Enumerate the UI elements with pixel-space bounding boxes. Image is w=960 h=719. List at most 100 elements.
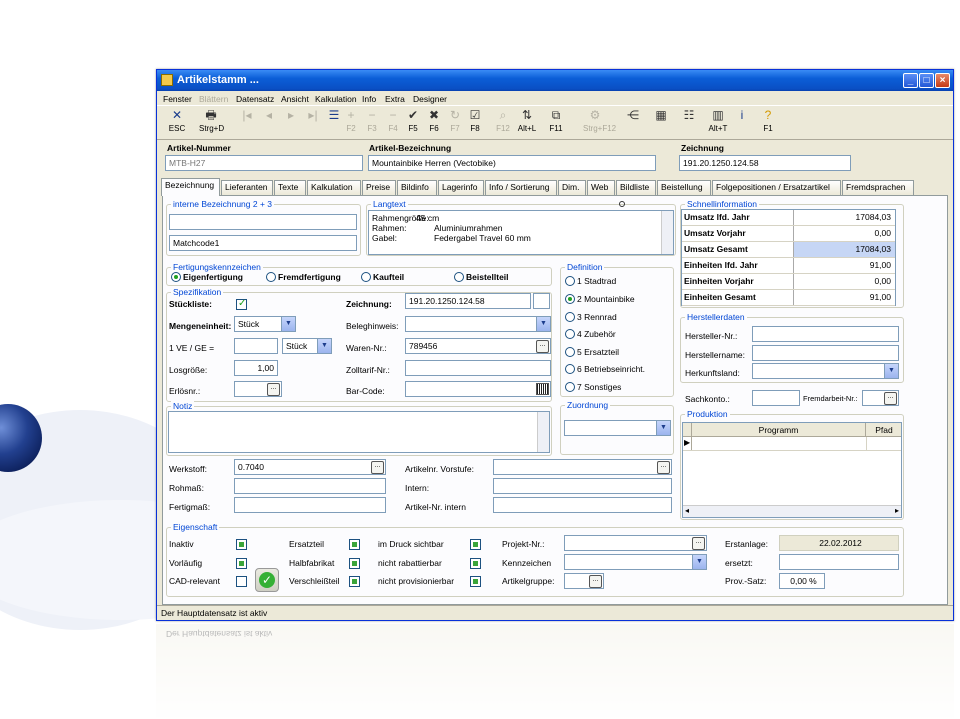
tab-preise[interactable]: Preise (362, 180, 396, 195)
menu-fenster[interactable]: Fenster (163, 94, 192, 104)
tab-dim[interactable]: Dim. (558, 180, 586, 195)
chevron-left-icon[interactable]: ◂ (685, 506, 689, 515)
chevron-down-icon[interactable]: ▼ (317, 339, 331, 353)
vorlaeufig-checkbox[interactable] (236, 558, 247, 569)
beleghinweis-select[interactable]: ▼ (405, 316, 551, 332)
help-button[interactable]: ? F1 (756, 106, 780, 140)
tab-lieferanten[interactable]: Lieferanten (221, 180, 273, 195)
kennzeichen-select[interactable]: ▼ (564, 554, 707, 570)
werkstoff-field[interactable]: 0.7040... (234, 459, 386, 475)
tab-fremdsprachen[interactable]: Fremdsprachen (842, 180, 914, 195)
chevron-right-icon[interactable]: ▸ (895, 506, 899, 515)
tab-info-sortierung[interactable]: Info / Sortierung (485, 180, 557, 195)
next-record-button[interactable]: ▸ (279, 106, 303, 140)
radio-def-2[interactable] (565, 294, 575, 304)
erloesnr-field[interactable]: ... (234, 381, 282, 397)
tab-texte[interactable]: Texte (274, 180, 306, 195)
ve-field[interactable] (234, 338, 278, 354)
menu-kalkulation[interactable]: Kalkulation (315, 94, 357, 104)
halbfabrikat-checkbox[interactable] (349, 558, 360, 569)
network-button[interactable]: ⋲ (621, 106, 645, 140)
radio-fremdfertigung[interactable] (266, 272, 276, 282)
projektnr-field[interactable]: ... (564, 535, 707, 551)
tab-bezeichnung[interactable]: Bezeichnung (161, 178, 220, 196)
provision-checkbox[interactable] (470, 576, 481, 587)
grid-button[interactable]: ▦ (649, 106, 673, 140)
close-button[interactable]: × (935, 73, 950, 88)
notiz-textarea[interactable] (168, 411, 550, 453)
rohmass-field[interactable] (234, 478, 386, 494)
radio-def-4[interactable] (565, 329, 575, 339)
intern-field[interactable] (493, 478, 672, 494)
search-button[interactable]: ⌕ F12 (491, 106, 515, 140)
tab-lagerinfo[interactable]: Lagerinfo (438, 180, 484, 195)
print-button[interactable]: 🖶 Strg+D (199, 106, 224, 140)
sachkonto-field[interactable] (752, 390, 800, 406)
radio-eigenfertigung[interactable] (171, 272, 181, 282)
chevron-down-icon[interactable]: ▼ (692, 555, 706, 569)
minimize-button[interactable]: _ (903, 73, 918, 88)
produktion-hscrollbar[interactable]: ◂ ▸ (683, 505, 901, 517)
ve-unit-select[interactable]: Stück ▼ (282, 338, 332, 354)
lookup-dots-button[interactable]: ... (589, 575, 602, 588)
vorstufe-field[interactable]: ... (493, 459, 672, 475)
langtext-area[interactable]: Rahmengröße:45 cm Rahmen: Aluminiumrahmen… (368, 210, 674, 255)
barcode-icon[interactable] (536, 383, 549, 395)
losgroesse-field[interactable]: 1,00 (234, 360, 278, 376)
stueckliste-checkbox[interactable] (236, 298, 247, 310)
tab-web[interactable]: Web (587, 180, 615, 195)
bezeichnung2-field[interactable] (169, 214, 357, 230)
info-button[interactable]: i (730, 106, 754, 140)
zolltarif-field[interactable] (405, 360, 551, 376)
grid-col-programm[interactable]: Programm (691, 423, 866, 437)
radio-def-5[interactable] (565, 347, 575, 357)
maximize-button[interactable]: □ (919, 73, 934, 88)
lookup-dots-button[interactable]: ... (371, 461, 384, 474)
radio-beistellteil[interactable] (454, 272, 464, 282)
report-button[interactable]: ☷ (677, 106, 701, 140)
notiz-scrollbar[interactable] (537, 412, 549, 452)
menu-extra[interactable]: Extra (385, 94, 405, 104)
book-button[interactable]: ▥ Alt+T (706, 106, 730, 140)
chevron-down-icon[interactable]: ▼ (536, 317, 550, 331)
artikelgruppe-field[interactable]: ... (564, 573, 604, 589)
radio-def-7[interactable] (565, 382, 575, 392)
chevron-down-icon[interactable]: ▼ (656, 421, 670, 435)
menu-designer[interactable]: Designer (413, 94, 447, 104)
lookup-dots-button[interactable]: ... (884, 392, 897, 405)
inaktiv-checkbox[interactable] (236, 539, 247, 550)
rabatt-checkbox[interactable] (470, 558, 481, 569)
fremdarbeit-field[interactable]: ... (862, 390, 899, 406)
copy-button[interactable]: ⧉ F11 (544, 106, 568, 140)
table-row[interactable]: ▶ (683, 437, 901, 451)
radio-def-6[interactable] (565, 364, 575, 374)
druck-checkbox[interactable] (470, 539, 481, 550)
sort-button[interactable]: ⇅ Alt+L (515, 106, 539, 140)
grid-col-pfad[interactable]: Pfad (867, 423, 901, 437)
zeich-field[interactable]: 191.20.1250.124.58 (679, 155, 851, 171)
zeichnung-extra-field[interactable] (533, 293, 550, 309)
herkunftsland-select[interactable]: ▼ (752, 363, 899, 379)
fertigmass-field[interactable] (234, 497, 386, 513)
tab-bildliste[interactable]: Bildliste (616, 180, 656, 195)
cad-checkbox[interactable] (236, 576, 247, 587)
tab-bildinfo[interactable]: Bildinfo (397, 180, 437, 195)
langtext-scrollbar[interactable] (661, 211, 673, 254)
prev-record-button[interactable]: ◂ (257, 106, 281, 140)
zuordnung-select[interactable]: ▼ (564, 420, 671, 436)
radio-kaufteil[interactable] (361, 272, 371, 282)
herstellernr-field[interactable] (752, 326, 899, 342)
verschleiss-checkbox[interactable] (349, 576, 360, 587)
radio-def-1[interactable] (565, 276, 575, 286)
chevron-down-icon[interactable]: ▼ (884, 364, 898, 378)
checklist-button[interactable]: ☑ F8 (463, 106, 487, 140)
bez-field[interactable]: Mountainbike Herren (Vectobike) (368, 155, 656, 171)
warennr-field[interactable]: 789456... (405, 338, 551, 354)
lookup-dots-button[interactable]: ... (536, 340, 549, 353)
first-record-button[interactable]: |◂ (235, 106, 259, 140)
herstellername-field[interactable] (752, 345, 899, 361)
artnr-field[interactable]: MTB-H27 (165, 155, 363, 171)
zeichnung-field[interactable]: 191.20.1250.124.58 (405, 293, 531, 309)
menu-datensatz[interactable]: Datensatz (236, 94, 274, 104)
lookup-dots-button[interactable]: ... (267, 383, 280, 396)
